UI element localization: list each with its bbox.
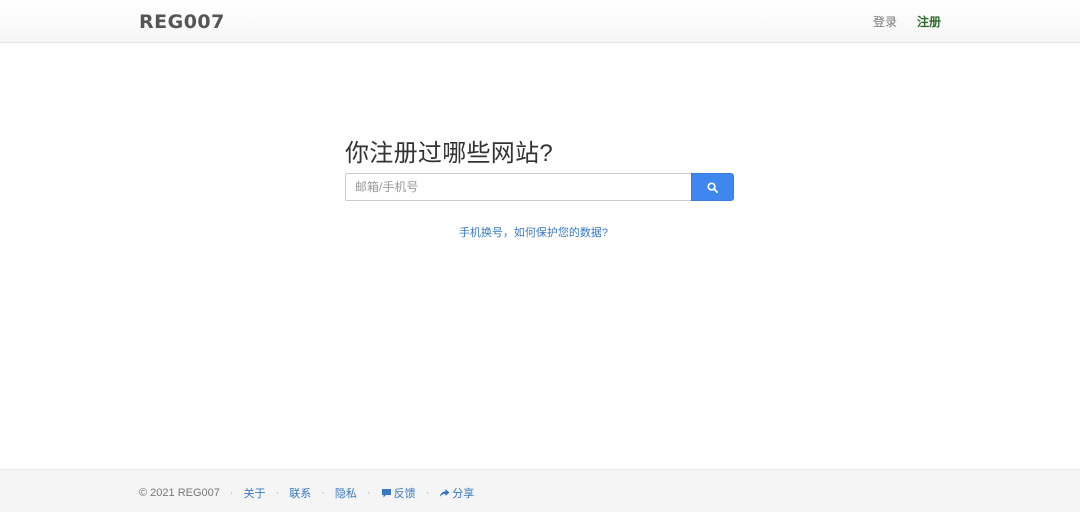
top-navbar: REG007 登录 注册 [0, 0, 1080, 43]
feedback-label: 反馈 [393, 488, 416, 500]
search-group [345, 173, 734, 201]
footer-links: © 2021 REG007 · 关于 · 联系 · 隐私 · 反馈 · 分享 [139, 485, 474, 501]
footer: © 2021 REG007 · 关于 · 联系 · 隐私 · 反馈 · 分享 [0, 469, 1080, 512]
footer-separator: · [425, 487, 430, 499]
footer-separator: · [321, 487, 325, 499]
footer-separator: · [275, 487, 280, 499]
privacy-link[interactable]: 隐私 [335, 485, 357, 501]
search-button[interactable] [691, 173, 734, 201]
search-input[interactable] [345, 173, 691, 201]
search-panel: 你注册过哪些网站? 手机换号，如何保护您的数据? [345, 138, 734, 240]
share-label: 分享 [452, 488, 475, 500]
comment-icon [381, 489, 391, 498]
copyright-text: © 2021 REG007 [139, 487, 220, 499]
contact-link[interactable]: 联系 [289, 485, 311, 501]
login-link[interactable]: 登录 [873, 14, 897, 30]
nav-links: 登录 注册 [873, 14, 941, 30]
data-protection-link[interactable]: 手机换号，如何保护您的数据? [333, 224, 734, 240]
search-icon [707, 181, 718, 193]
share-icon [440, 489, 450, 497]
brand-logo[interactable]: REG007 [139, 11, 225, 33]
footer-separator: · [366, 487, 371, 499]
about-link[interactable]: 关于 [244, 485, 266, 501]
footer-separator: · [229, 487, 234, 499]
feedback-link[interactable]: 反馈 [381, 485, 416, 501]
page-title: 你注册过哪些网站? [345, 140, 554, 167]
share-link[interactable]: 分享 [439, 485, 474, 501]
register-link[interactable]: 注册 [917, 14, 941, 30]
